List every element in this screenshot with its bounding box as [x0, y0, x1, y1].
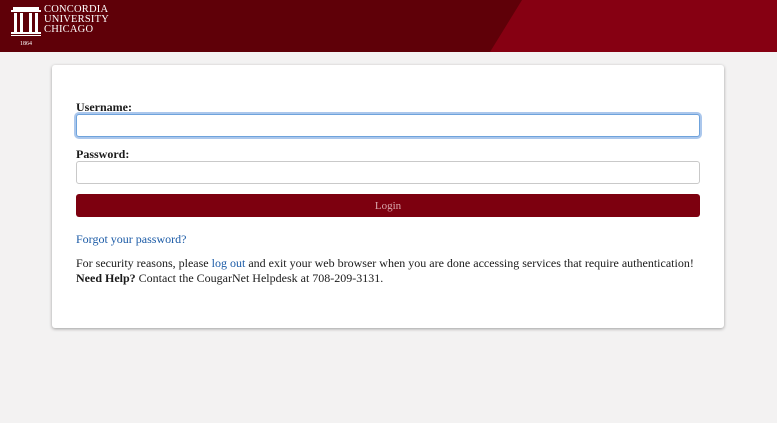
logo-wordmark: CONCORDIA UNIVERSITY CHICAGO [44, 4, 109, 35]
header-accent-stripe [490, 0, 777, 52]
username-input[interactable] [76, 114, 700, 137]
notice-text-after: and exit your web browser when you are d… [245, 256, 694, 270]
university-logo[interactable]: 1864 CONCORDIA UNIVERSITY CHICAGO [10, 4, 109, 48]
need-help-label: Need Help? [76, 271, 136, 285]
logo-year: 1864 [20, 41, 32, 47]
logout-notice-line: For security reasons, please log out and… [76, 256, 694, 271]
login-card: Username: Password: Login Forgot your pa… [52, 65, 724, 328]
username-label: Username: [76, 100, 132, 114]
logout-link[interactable]: log out [212, 256, 246, 270]
forgot-password-link[interactable]: Forgot your password? [76, 232, 186, 247]
columns-logo-icon: 1864 [11, 7, 41, 47]
top-header-bar: 1864 CONCORDIA UNIVERSITY CHICAGO [0, 0, 777, 52]
password-label: Password: [76, 147, 130, 161]
password-input[interactable] [76, 161, 700, 184]
login-button[interactable]: Login [76, 194, 700, 217]
helpdesk-contact: Contact the CougarNet Helpdesk at 708-20… [135, 271, 384, 285]
notice-text-before: For security reasons, please [76, 256, 212, 270]
security-notice: For security reasons, please log out and… [76, 256, 694, 286]
help-line: Need Help? Contact the CougarNet Helpdes… [76, 271, 694, 286]
logo-line-3: CHICAGO [44, 24, 94, 35]
